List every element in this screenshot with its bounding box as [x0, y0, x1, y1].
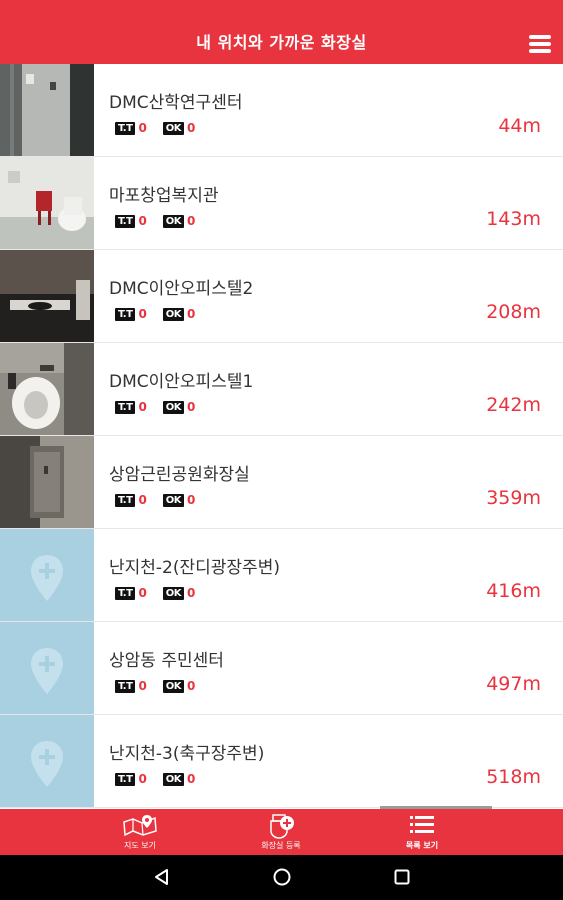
ok-count: 0: [187, 121, 196, 135]
rating-stats: T.T 0 OK 0: [115, 679, 211, 693]
photo-placeholder: [0, 622, 94, 714]
ok-badge: OK: [162, 400, 185, 414]
distance: 359m: [486, 487, 541, 509]
tt-badge: T.T: [115, 121, 136, 135]
toilet-photo: [0, 250, 94, 342]
place-name: DMC이안오피스텔1: [109, 372, 254, 392]
list-item[interactable]: 마포창업복지관 T.T 0 OK 0 143m: [0, 157, 563, 250]
list-item[interactable]: DMC이안오피스텔1 T.T 0 OK 0 242m: [0, 343, 563, 436]
rating-stats: T.T 0 OK 0: [115, 772, 211, 786]
tt-count: 0: [138, 679, 147, 693]
toilet-photo: [0, 436, 94, 528]
ok-count: 0: [187, 586, 196, 600]
distance: 44m: [498, 115, 541, 137]
bottom-tab-bar: 지도 보기 화장실 등록 목록 보기: [0, 809, 563, 855]
ok-count: 0: [187, 214, 196, 228]
ok-badge: OK: [162, 493, 185, 507]
place-name: 난지천-3(축구장주변): [109, 744, 265, 764]
ok-badge: OK: [162, 307, 185, 321]
page-title: 내 위치와 가까운 화장실: [196, 33, 367, 52]
distance: 518m: [486, 766, 541, 788]
tt-badge: T.T: [115, 214, 136, 228]
list-item[interactable]: 난지천-2(잔디광장주변) T.T 0 OK 0 416m: [0, 529, 563, 622]
tt-badge: T.T: [115, 772, 136, 786]
rating-stats: T.T 0 OK 0: [115, 586, 211, 600]
tt-badge: T.T: [115, 679, 136, 693]
rating-stats: T.T 0 OK 0: [115, 400, 211, 414]
tt-count: 0: [138, 214, 147, 228]
rating-stats: T.T 0 OK 0: [115, 121, 211, 135]
rating-stats: T.T 0 OK 0: [115, 214, 211, 228]
photo-placeholder: [0, 715, 94, 807]
toilet-photo: [0, 64, 94, 156]
place-name: 상암근린공원화장실: [109, 465, 250, 485]
tt-count: 0: [138, 493, 147, 507]
tab-map-label: 지도 보기: [124, 841, 156, 850]
tab-list[interactable]: 목록 보기: [362, 809, 482, 855]
app-header: 내 위치와 가까운 화장실: [0, 0, 563, 64]
toilet-list[interactable]: DMC산학연구센터 T.T 0 OK 0 44m 마포창업복지관 T.T 0 O…: [0, 64, 563, 808]
add-photo-pin-icon: [31, 648, 63, 694]
list-item[interactable]: DMC산학연구센터 T.T 0 OK 0 44m: [0, 64, 563, 157]
ok-badge: OK: [162, 679, 185, 693]
add-photo-pin-icon: [31, 555, 63, 601]
place-name: 마포창업복지관: [109, 186, 219, 206]
distance: 242m: [486, 394, 541, 416]
ok-count: 0: [187, 400, 196, 414]
place-name: DMC이안오피스텔2: [109, 279, 254, 299]
tab-map[interactable]: 지도 보기: [80, 809, 200, 855]
list-item[interactable]: 난지천-3(축구장주변) T.T 0 OK 0 518m: [0, 715, 563, 808]
tt-badge: T.T: [115, 400, 136, 414]
toilet-photo: [0, 157, 94, 249]
list-item[interactable]: 상암동 주민센터 T.T 0 OK 0 497m: [0, 622, 563, 715]
tt-count: 0: [138, 121, 147, 135]
ok-badge: OK: [162, 214, 185, 228]
tt-count: 0: [138, 772, 147, 786]
tab-register-label: 화장실 등록: [261, 841, 301, 850]
distance: 416m: [486, 580, 541, 602]
system-navigation-bar: [0, 855, 563, 900]
ok-badge: OK: [162, 586, 185, 600]
list-icon: [410, 816, 434, 833]
distance: 497m: [486, 673, 541, 695]
toilet-photo: [0, 343, 94, 435]
photo-placeholder: [0, 529, 94, 621]
tt-badge: T.T: [115, 307, 136, 321]
add-photo-pin-icon: [31, 741, 63, 787]
map-icon: [123, 815, 157, 837]
add-toilet-icon: [270, 814, 294, 839]
recents-icon[interactable]: [392, 867, 412, 887]
distance: 208m: [486, 301, 541, 323]
rating-stats: T.T 0 OK 0: [115, 493, 211, 507]
tt-count: 0: [138, 307, 147, 321]
tt-badge: T.T: [115, 493, 136, 507]
home-icon[interactable]: [272, 867, 292, 887]
tab-list-label: 목록 보기: [405, 841, 439, 850]
distance: 143m: [486, 208, 541, 230]
hamburger-menu-icon[interactable]: [529, 35, 553, 55]
tab-register[interactable]: 화장실 등록: [221, 809, 341, 855]
back-icon[interactable]: [152, 867, 172, 887]
place-name: 상암동 주민센터: [109, 651, 224, 671]
list-item[interactable]: 상암근린공원화장실 T.T 0 OK 0 359m: [0, 436, 563, 529]
rating-stats: T.T 0 OK 0: [115, 307, 211, 321]
place-name: 난지천-2(잔디광장주변): [109, 558, 280, 578]
place-name: DMC산학연구센터: [109, 93, 243, 113]
ok-count: 0: [187, 679, 196, 693]
ok-badge: OK: [162, 772, 185, 786]
tt-count: 0: [138, 400, 147, 414]
tt-count: 0: [138, 586, 147, 600]
list-item[interactable]: DMC이안오피스텔2 T.T 0 OK 0 208m: [0, 250, 563, 343]
tt-badge: T.T: [115, 586, 136, 600]
ok-count: 0: [187, 307, 196, 321]
ok-badge: OK: [162, 121, 185, 135]
ok-count: 0: [187, 493, 196, 507]
ok-count: 0: [187, 772, 196, 786]
